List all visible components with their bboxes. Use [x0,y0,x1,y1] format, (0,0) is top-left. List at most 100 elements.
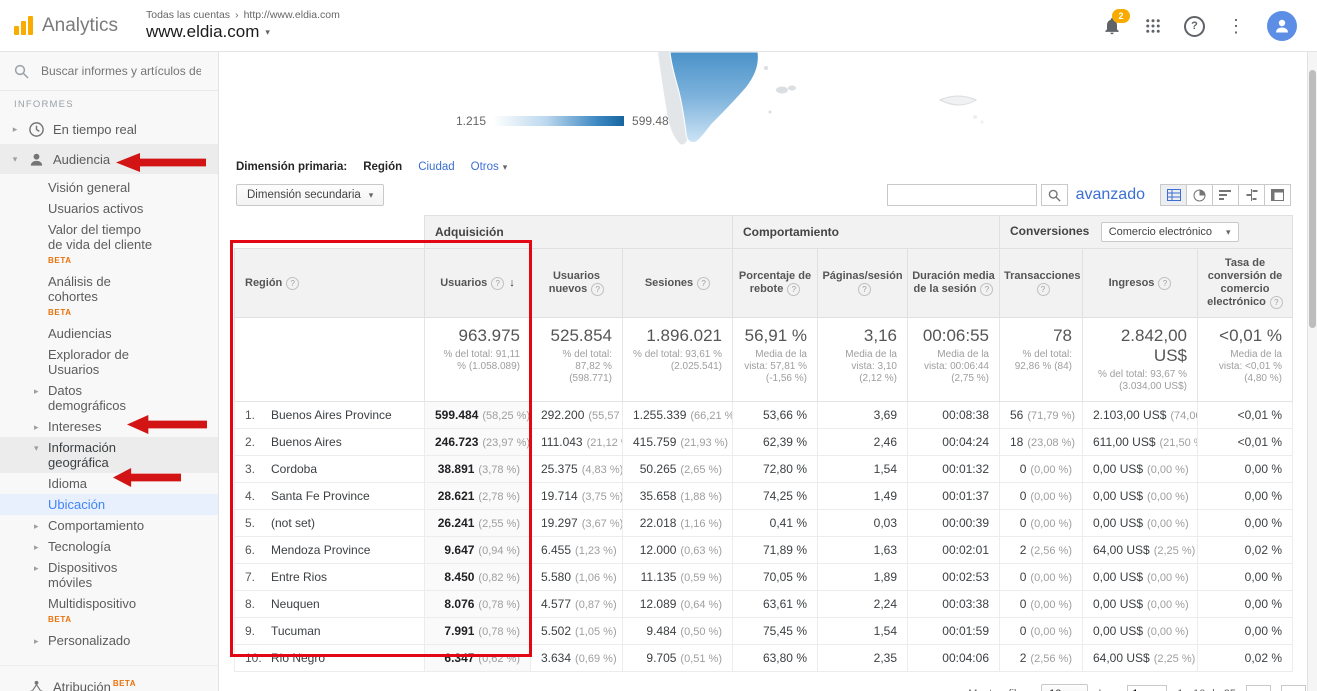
sidebar-item-analisis-de-cohortes[interactable]: Análisis de cohortesBETA [0,271,218,323]
region-link[interactable]: Rio Negro [271,651,325,665]
metric-cell: 7.991(0,78 %) [425,618,531,645]
region-link[interactable]: (not set) [271,516,315,530]
sort-desc-icon[interactable]: ↓ [509,277,515,289]
sidebar-item-dispositivos-moviles[interactable]: ▸Dispositivos móviles [0,557,218,593]
scrollbar-thumb[interactable] [1309,70,1316,328]
next-page-button[interactable]: › [1281,685,1306,691]
help-icon[interactable]: ? [697,277,710,290]
summary-value: 1.896.021 [633,326,722,346]
column-header-usuarios[interactable]: Usuarios?↓ [425,249,531,318]
sidebar-item-ubicacion[interactable]: Ubicación [0,494,218,515]
view-pivot-button[interactable] [1264,184,1291,206]
chevron-right-icon[interactable]: ▸ [34,540,39,555]
advanced-search-link[interactable]: avanzado [1076,186,1145,204]
region-cell: 4.Santa Fe Province [235,483,425,510]
chevron-right-icon[interactable]: ▸ [34,519,39,534]
column-header-tasa-de-conversion-de-comercio-electronico[interactable]: Tasa de conversión de comercio electróni… [1198,249,1293,318]
region-link[interactable]: Cordoba [271,462,317,476]
help-button[interactable]: ? [1184,16,1205,37]
region-link[interactable]: Mendoza Province [271,543,370,557]
help-icon[interactable]: ? [491,277,504,290]
chevron-right-icon[interactable]: ▸ [34,561,39,576]
region-link[interactable]: Buenos Aires Province [271,408,392,422]
help-icon[interactable]: ? [787,283,800,296]
region-link[interactable]: Neuquen [271,597,320,611]
breadcrumb-property-url[interactable]: http://www.eldia.com [244,9,340,21]
help-icon[interactable]: ? [591,283,604,296]
top-header: Analytics Todas las cuentas › http://www… [0,0,1317,52]
notifications-button[interactable]: 2 [1102,16,1122,36]
sidebar-item-explorador-de-usuarios[interactable]: Explorador de Usuarios [0,344,218,380]
table-pagination: Mostrar filas: 10 ▼ Ir a: 1 - 10 de 25 ‹… [248,684,1306,691]
sidebar-item-intereses[interactable]: ▸Intereses [0,416,218,437]
conversion-type-select[interactable]: Comercio electrónico ▾ [1101,222,1239,242]
sidebar-item-audiencia[interactable]: ▾ Audiencia [0,144,218,174]
sidebar-item-idioma[interactable]: Idioma [0,473,218,494]
more-menu-button[interactable]: ⋮ [1227,16,1245,37]
sidebar-item-label: Ubicación [48,497,105,512]
analytics-logo[interactable]: Analytics [14,15,136,37]
help-icon[interactable]: ? [858,283,871,296]
sidebar-item-multidispositivo[interactable]: MultidispositivoBETA [0,593,218,630]
region-link[interactable]: Tucuman [271,624,321,638]
region-link[interactable]: Entre Rios [271,570,327,584]
metric-value: <0,01 % [1238,408,1282,422]
help-icon: ? [1184,16,1205,37]
sidebar-item-tecnologia[interactable]: ▸Tecnología [0,536,218,557]
sidebar-search[interactable] [0,52,218,91]
sidebar-search-input[interactable] [39,63,203,79]
view-table-button[interactable] [1160,184,1187,206]
sidebar-item-audiencias[interactable]: Audiencias [0,323,218,344]
dimension-option-region[interactable]: Región [363,161,402,173]
goto-page-input[interactable] [1127,685,1167,691]
previous-page-button[interactable]: ‹ [1246,685,1271,691]
view-performance-button[interactable] [1212,184,1239,206]
map-argentina[interactable] [520,52,1080,152]
sidebar-item-datos-demograficos[interactable]: ▸Datos demográficos [0,380,218,416]
chevron-right-icon[interactable]: ▸ [34,634,39,649]
column-header-ingresos[interactable]: Ingresos? [1083,249,1198,318]
table-search-button[interactable] [1041,184,1068,206]
chevron-down-icon[interactable]: ▾ [34,441,39,456]
help-icon[interactable]: ? [1037,283,1050,296]
dimension-option-ciudad[interactable]: Ciudad [418,161,454,173]
metric-percent: (0,00 %) [1030,599,1072,611]
secondary-dimension-button[interactable]: Dimensión secundaria ▾ [236,184,384,206]
dimension-option-otros[interactable]: Otros ▾ [471,161,508,173]
view-percentage-button[interactable] [1186,184,1213,206]
sidebar-item-personalizado[interactable]: ▸ Personalizado [0,630,218,651]
column-header-transacciones[interactable]: Transacciones? [1000,249,1083,318]
region-link[interactable]: Buenos Aires [271,435,342,449]
column-header-duracion-media-de-la-sesion[interactable]: Duración media de la sesión? [908,249,1000,318]
help-icon[interactable]: ? [1270,296,1283,309]
sidebar-bottom: AtribuciónBETA Descubrir [0,665,218,691]
chevron-right-icon[interactable]: ▸ [34,384,39,399]
property-selector[interactable]: www.eldia.com ▾ [146,22,340,42]
column-header-porcentaje-de-rebote[interactable]: Porcentaje de rebote? [733,249,818,318]
sidebar-item-label: Personalizado [48,633,130,648]
column-header-sesiones[interactable]: Sesiones? [623,249,733,318]
help-icon[interactable]: ? [1158,277,1171,290]
table-search-input[interactable] [887,184,1037,206]
column-header-region[interactable]: Región? [235,249,425,318]
sidebar-item-comportamiento[interactable]: ▸Comportamiento [0,515,218,536]
column-header-usuarios-nuevos[interactable]: Usuarios nuevos? [531,249,623,318]
sidebar-item-atribucion[interactable]: AtribuciónBETA [0,672,218,691]
report-table-wrap: Adquisición Comportamiento Conversiones … [234,215,1292,691]
vertical-scrollbar[interactable] [1307,52,1317,691]
column-header-paginas-sesion[interactable]: Páginas/sesión? [818,249,908,318]
breadcrumb-all-accounts[interactable]: Todas las cuentas [146,9,230,21]
help-icon[interactable]: ? [980,283,993,296]
avatar[interactable] [1267,11,1297,41]
view-comparison-button[interactable] [1238,184,1265,206]
sidebar-item-en-tiempo-real[interactable]: ▸ En tiempo real [0,114,218,144]
sidebar-item-vision-general[interactable]: Visión general [0,177,218,198]
region-link[interactable]: Santa Fe Province [271,489,370,503]
rows-per-page-select[interactable]: 10 ▼ [1041,684,1088,691]
sidebar-item-valor-del-tiempo-de-vida-del-cliente[interactable]: Valor del tiempo de vida del clienteBETA [0,219,218,271]
sidebar-item-informacion-geografica[interactable]: ▾Información geográfica [0,437,218,473]
chevron-right-icon[interactable]: ▸ [34,420,39,435]
sidebar-item-usuarios-activos[interactable]: Usuarios activos [0,198,218,219]
apps-grid-button[interactable] [1144,17,1162,35]
help-icon[interactable]: ? [286,277,299,290]
